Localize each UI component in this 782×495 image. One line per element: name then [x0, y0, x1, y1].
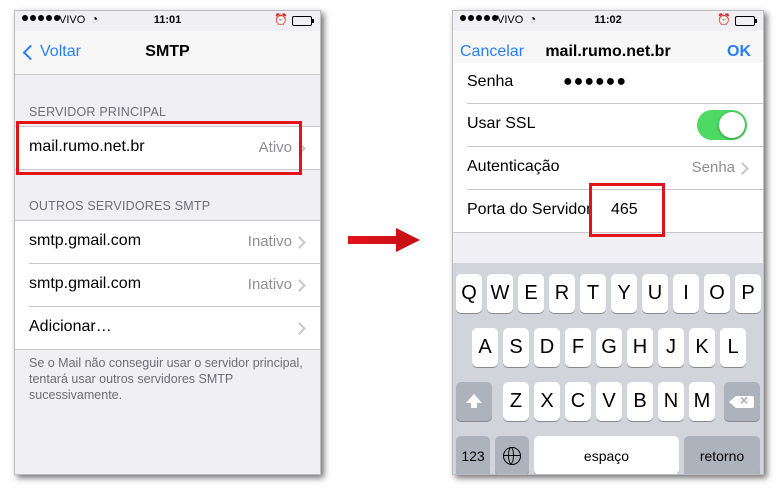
authentication-label: Autenticação — [467, 158, 560, 175]
battery-icon — [735, 16, 757, 26]
other-servers-header: OUTROS SERVIDORES SMTP — [29, 199, 211, 213]
chevron-right-icon — [736, 162, 749, 175]
keyboard: Q W E R T Y U I O P A S D F G H J K L Z … — [453, 263, 763, 474]
key-j[interactable]: J — [658, 328, 684, 367]
other-server-host: smtp.gmail.com — [29, 232, 142, 249]
ok-button[interactable]: OK — [727, 43, 751, 61]
primary-server-header: SERVIDOR PRINCIPAL — [29, 105, 167, 119]
alarm-icon: ⏰ — [717, 14, 731, 26]
chevron-right-icon — [293, 279, 306, 292]
key-y[interactable]: Y — [611, 274, 637, 313]
status-bar: VIVO ◔ 11:02 ⏰ — [453, 11, 763, 31]
red-arrow-icon — [348, 228, 420, 252]
key-f[interactable]: F — [565, 328, 591, 367]
key-r[interactable]: R — [549, 274, 575, 313]
server-port-label: Porta do Servidor — [467, 201, 592, 218]
shift-arrow-icon — [466, 394, 482, 408]
key-h[interactable]: H — [627, 328, 653, 367]
key-g[interactable]: G — [596, 328, 622, 367]
key-e[interactable]: E — [518, 274, 544, 313]
navigation-bar: Voltar SMTP — [15, 31, 320, 75]
key-p[interactable]: P — [735, 274, 761, 313]
other-server-host: smtp.gmail.com — [29, 275, 142, 292]
return-key[interactable]: retorno — [684, 436, 760, 474]
add-server-label: Adicionar… — [29, 318, 112, 335]
chevron-right-icon — [293, 236, 306, 249]
shift-key[interactable] — [456, 382, 492, 421]
key-n[interactable]: N — [658, 382, 684, 421]
other-server-status: Inativo — [247, 233, 292, 250]
key-c[interactable]: C — [565, 382, 591, 421]
status-bar: VIVO ◔ 11:01 ⏰ — [15, 11, 320, 31]
numbers-key[interactable]: 123 — [456, 436, 490, 474]
other-server-status: Inativo — [247, 276, 292, 293]
password-field[interactable]: ●●●●●● — [563, 73, 627, 91]
key-m[interactable]: M — [689, 382, 715, 421]
key-i[interactable]: I — [673, 274, 699, 313]
ssl-row: Usar SSL — [467, 104, 763, 147]
backspace-key[interactable] — [724, 382, 760, 421]
key-z[interactable]: Z — [503, 382, 529, 421]
key-b[interactable]: B — [627, 382, 653, 421]
key-w[interactable]: W — [487, 274, 513, 313]
page-title: SMTP — [145, 43, 190, 60]
backspace-icon — [729, 392, 754, 408]
battery-icon — [292, 16, 314, 26]
password-label: Senha — [467, 73, 514, 90]
other-server-row[interactable]: smtp.gmail.com Inativo — [29, 264, 320, 307]
other-servers-group: smtp.gmail.com Inativo smtp.gmail.com In… — [15, 220, 320, 350]
chevron-right-icon — [293, 322, 306, 335]
key-o[interactable]: O — [704, 274, 730, 313]
key-x[interactable]: X — [534, 382, 560, 421]
key-t[interactable]: T — [580, 274, 606, 313]
authentication-value: Senha — [691, 159, 735, 176]
key-d[interactable]: D — [534, 328, 560, 367]
key-u[interactable]: U — [642, 274, 668, 313]
highlight-server-port — [589, 183, 665, 237]
key-l[interactable]: L — [720, 328, 746, 367]
key-v[interactable]: V — [596, 382, 622, 421]
other-server-row[interactable]: smtp.gmail.com Inativo — [29, 221, 320, 264]
server-edit-screen: VIVO ◔ 11:02 ⏰ Cancelar mail.rumo.net.br… — [452, 10, 764, 475]
key-s[interactable]: S — [503, 328, 529, 367]
password-row[interactable]: Senha ●●●●●● — [467, 63, 763, 104]
ssl-label: Usar SSL — [467, 115, 536, 132]
footer-note: Se o Mail não conseguir usar o servidor … — [29, 356, 303, 402]
key-k[interactable]: K — [689, 328, 715, 367]
key-q[interactable]: Q — [456, 274, 482, 313]
add-server-row[interactable]: Adicionar… — [29, 307, 320, 349]
space-key[interactable]: espaço — [534, 436, 679, 474]
ssl-toggle[interactable] — [697, 110, 747, 140]
key-a[interactable]: A — [472, 328, 498, 367]
smtp-settings-screen: VIVO ◔ 11:01 ⏰ Voltar SMTP SERVIDOR PRIN… — [14, 10, 321, 475]
highlight-primary-server — [16, 121, 302, 175]
alarm-icon: ⏰ — [274, 14, 288, 26]
globe-key[interactable] — [495, 436, 529, 474]
globe-icon — [503, 446, 521, 465]
page-title: mail.rumo.net.br — [545, 43, 671, 60]
